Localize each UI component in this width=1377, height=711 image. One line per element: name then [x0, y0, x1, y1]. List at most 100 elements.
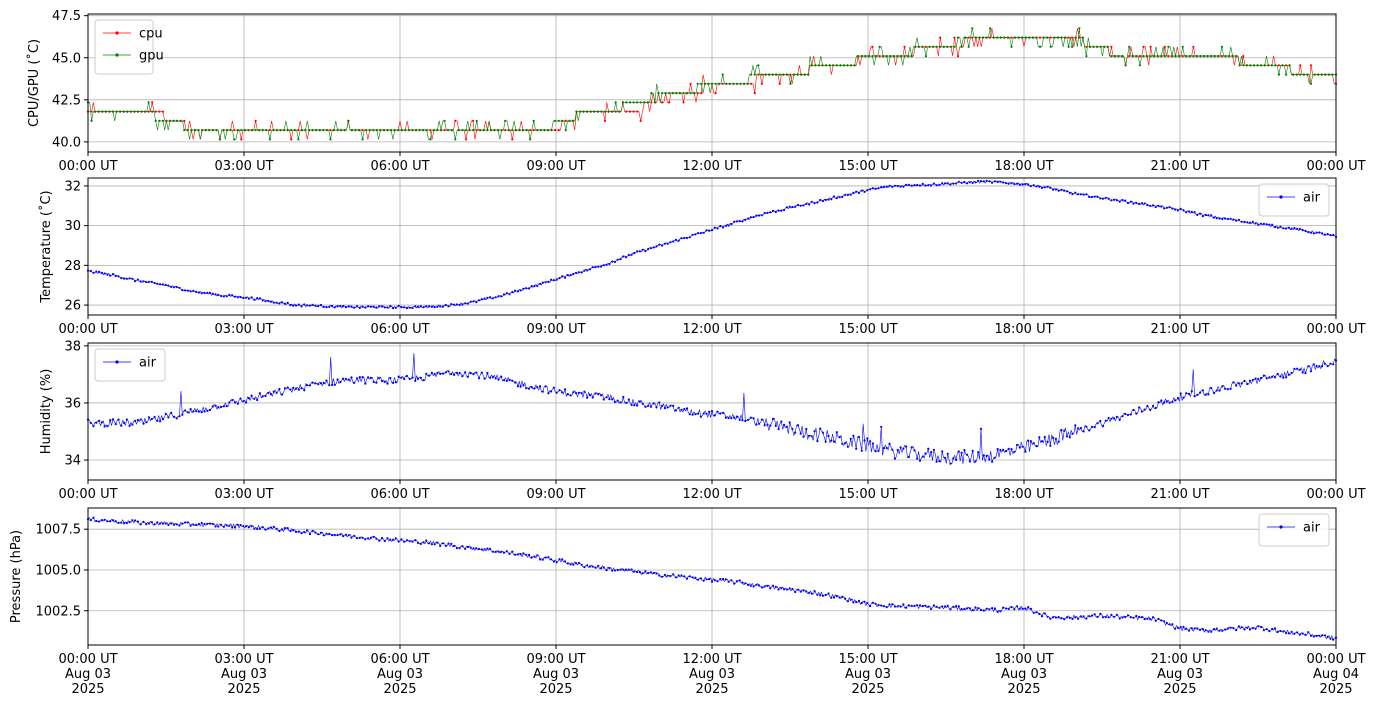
- data-point: [525, 553, 528, 556]
- data-point: [322, 381, 325, 384]
- data-point: [544, 556, 547, 559]
- data-point: [181, 413, 184, 416]
- data-point: [355, 537, 359, 540]
- data-point: [966, 453, 969, 456]
- data-point: [571, 119, 575, 122]
- data-point: [170, 522, 173, 525]
- data-point: [680, 237, 683, 240]
- data-point: [1024, 607, 1027, 610]
- data-point: [714, 92, 717, 95]
- data-point: [161, 283, 164, 286]
- data-point: [214, 404, 217, 407]
- data-point: [367, 537, 370, 540]
- data-point: [1010, 182, 1013, 185]
- data-point: [243, 129, 246, 132]
- data-point: [769, 424, 772, 427]
- data-point: [375, 129, 378, 132]
- data-point: [1221, 629, 1224, 632]
- data-point: [730, 223, 733, 226]
- data-point: [416, 305, 420, 308]
- data-point: [1245, 64, 1248, 67]
- data-point: [605, 569, 608, 572]
- data-point: [475, 119, 478, 122]
- x-tick-label: 06:00 UT Aug 03 2025: [370, 652, 429, 697]
- data-point: [1007, 182, 1010, 185]
- data-point: [1321, 634, 1324, 637]
- data-point: [306, 304, 309, 307]
- data-point: [258, 129, 261, 132]
- data-point: [477, 547, 481, 551]
- data-point: [226, 129, 229, 132]
- data-point: [1195, 55, 1198, 58]
- data-point: [428, 305, 431, 308]
- data-point: [1135, 614, 1138, 618]
- data-point: [708, 410, 711, 413]
- data-point: [624, 568, 628, 571]
- data-point: [1187, 629, 1191, 632]
- data-point: [264, 528, 267, 531]
- data-point: [917, 45, 920, 48]
- data-point: [935, 45, 938, 48]
- data-point: [131, 277, 134, 280]
- data-point: [389, 304, 392, 308]
- data-point: [1193, 211, 1196, 214]
- data-point: [311, 303, 314, 306]
- data-point: [1093, 426, 1096, 429]
- data-point: [123, 277, 126, 280]
- data-point: [979, 180, 983, 183]
- data-point: [821, 431, 825, 434]
- data-point: [735, 415, 739, 418]
- data-point: [579, 110, 582, 113]
- data-point: [1323, 362, 1326, 365]
- data-point: [1287, 226, 1290, 229]
- data-point: [425, 372, 428, 375]
- data-point: [268, 129, 271, 132]
- data-point: [436, 371, 439, 375]
- legend-label-gpu: gpu: [139, 49, 164, 64]
- data-point: [455, 303, 458, 306]
- data-point: [186, 289, 189, 292]
- data-point: [1043, 186, 1046, 189]
- data-point: [458, 303, 461, 307]
- data-point: [519, 553, 522, 556]
- data-point: [1060, 188, 1063, 191]
- data-point: [179, 119, 182, 122]
- data-point: [184, 289, 187, 292]
- data-point: [1049, 617, 1052, 620]
- data-point: [394, 381, 397, 384]
- data-point: [1124, 615, 1127, 619]
- data-point: [655, 406, 658, 409]
- data-point: [733, 582, 736, 585]
- data-point: [777, 588, 780, 591]
- data-point: [131, 519, 134, 522]
- data-point: [835, 431, 838, 434]
- data-point: [331, 534, 334, 537]
- data-point: [658, 574, 661, 577]
- legend-marker-air: [1279, 525, 1283, 529]
- data-point: [1317, 73, 1320, 76]
- data-point: [95, 519, 98, 523]
- data-point: [151, 101, 154, 104]
- data-point: [593, 110, 596, 113]
- data-point: [1237, 218, 1240, 221]
- data-point: [436, 129, 439, 132]
- data-point: [136, 418, 139, 422]
- data-point: [253, 397, 256, 400]
- data-point: [1277, 64, 1280, 67]
- y-tick-label: 32: [64, 179, 81, 194]
- data-point: [641, 248, 644, 251]
- data-point: [1232, 381, 1235, 384]
- data-point: [863, 190, 866, 193]
- data-point: [286, 527, 289, 530]
- data-point: [955, 182, 958, 185]
- data-point: [636, 404, 639, 407]
- data-point: [283, 387, 286, 390]
- data-point: [1035, 185, 1038, 188]
- data-point: [774, 424, 777, 427]
- data-point: [1304, 372, 1307, 375]
- data-point: [1326, 233, 1329, 236]
- x-tick-label: 15:00 UT: [838, 487, 897, 502]
- data-point: [480, 371, 483, 374]
- x-tick-label: 00:00 UT: [1306, 487, 1365, 502]
- data-point: [647, 572, 650, 575]
